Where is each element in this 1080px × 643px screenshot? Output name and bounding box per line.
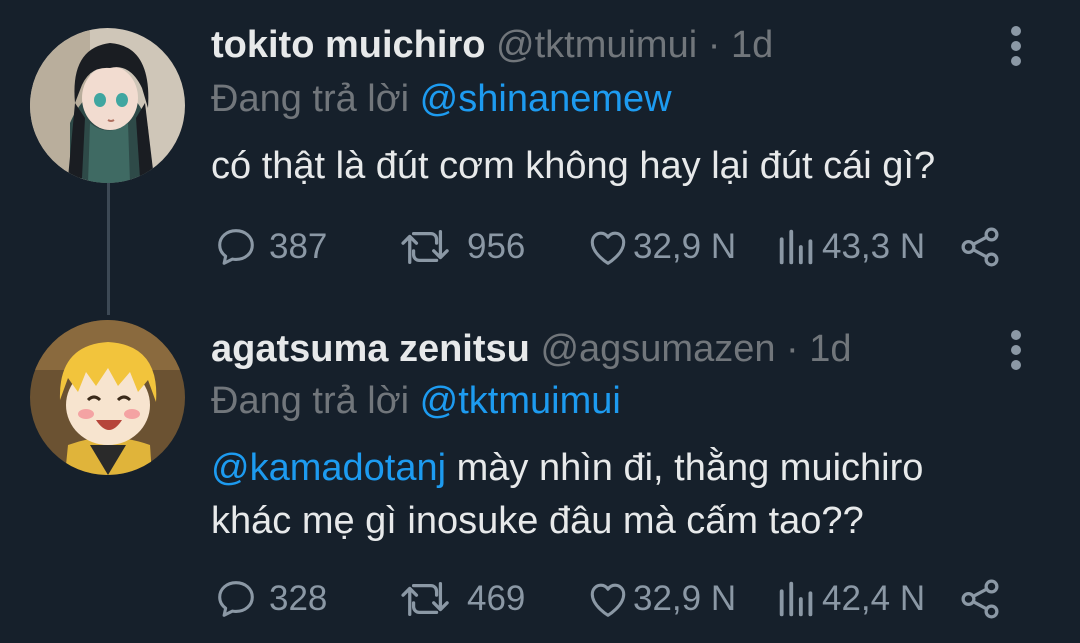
retweet-button[interactable]: 956	[397, 222, 525, 272]
body-mention-link[interactable]: @kamadotanj	[211, 447, 446, 489]
user-handle[interactable]: @agsumazen	[540, 328, 775, 370]
reply-mention-link[interactable]: @shinanemew	[420, 78, 672, 120]
share-button[interactable]	[957, 574, 1003, 624]
reply-count: 387	[269, 227, 328, 266]
tweet-text-line: có thật là đút cơm không hay lại đút cái…	[211, 145, 936, 187]
tweet-text: @kamadotanj mày nhìn đi, thằng muichiro …	[211, 442, 923, 548]
separator-dot: ·	[707, 24, 721, 66]
timestamp[interactable]: 1d	[809, 328, 851, 370]
like-button[interactable]: 32,9 N	[585, 222, 736, 272]
replying-to: Đang trả lời @tktmuimui	[211, 378, 621, 424]
views-count: 42,4 N	[822, 579, 926, 618]
retweet-button[interactable]: 469	[397, 574, 525, 624]
views-button[interactable]: 42,4 N	[774, 574, 925, 624]
avatar-dark-hair-character-image	[30, 28, 185, 183]
tweet-text-line: khác mẹ gì inosuke đâu mà cấm tao??	[211, 500, 864, 542]
timestamp[interactable]: 1d	[731, 24, 773, 66]
avatar-blonde-character-image	[30, 320, 185, 475]
speech-bubble-icon	[218, 581, 254, 617]
reply-button[interactable]: 387	[213, 222, 327, 272]
replying-to-label: Đang trả lời	[211, 380, 410, 422]
display-name[interactable]: tokito muichiro	[211, 24, 485, 66]
like-button[interactable]: 32,9 N	[585, 574, 736, 624]
share-button[interactable]	[957, 222, 1003, 272]
retweet-count: 956	[467, 227, 526, 266]
heart-icon	[590, 231, 626, 265]
retweet-count: 469	[467, 579, 526, 618]
retweet-icon	[401, 582, 449, 616]
share-icon	[961, 579, 999, 619]
display-name[interactable]: agatsuma zenitsu	[211, 328, 530, 370]
retweet-icon	[401, 230, 449, 264]
tweet-header: tokito muichiro @tktmuimui · 1d	[211, 22, 773, 68]
views-button[interactable]: 43,3 N	[774, 222, 925, 272]
tweet-actions: 387 956 32,9 N 43,3 N	[211, 222, 1011, 272]
share-icon	[961, 227, 999, 267]
heart-icon	[590, 583, 626, 617]
tweet-header: agatsuma zenitsu @agsumazen · 1d	[211, 326, 852, 372]
replying-to-label: Đang trả lời	[211, 78, 410, 120]
reply-button[interactable]: 328	[213, 574, 327, 624]
tweet-text: có thật là đút cơm không hay lại đút cái…	[211, 140, 935, 193]
reply-count: 328	[269, 579, 328, 618]
like-count: 32,9 N	[633, 227, 737, 266]
thread-connector-line	[107, 175, 110, 315]
tweet-text-line: mày nhìn đi, thằng muichiro	[446, 447, 924, 489]
like-count: 32,9 N	[633, 579, 737, 618]
separator-dot: ·	[786, 328, 799, 370]
avatar[interactable]	[30, 28, 185, 183]
views-count: 43,3 N	[822, 227, 926, 266]
vertical-dots-icon[interactable]	[1003, 24, 1031, 68]
avatar[interactable]	[30, 320, 185, 475]
user-handle[interactable]: @tktmuimui	[496, 24, 697, 66]
tweet-actions: 328 469 32,9 N 42,4 N	[211, 574, 1011, 624]
bar-chart-icon	[779, 229, 813, 265]
speech-bubble-icon	[218, 229, 254, 265]
bar-chart-icon	[779, 581, 813, 617]
reply-mention-link[interactable]: @tktmuimui	[420, 380, 621, 422]
vertical-dots-icon[interactable]	[1003, 328, 1031, 372]
replying-to: Đang trả lời @shinanemew	[211, 76, 672, 122]
